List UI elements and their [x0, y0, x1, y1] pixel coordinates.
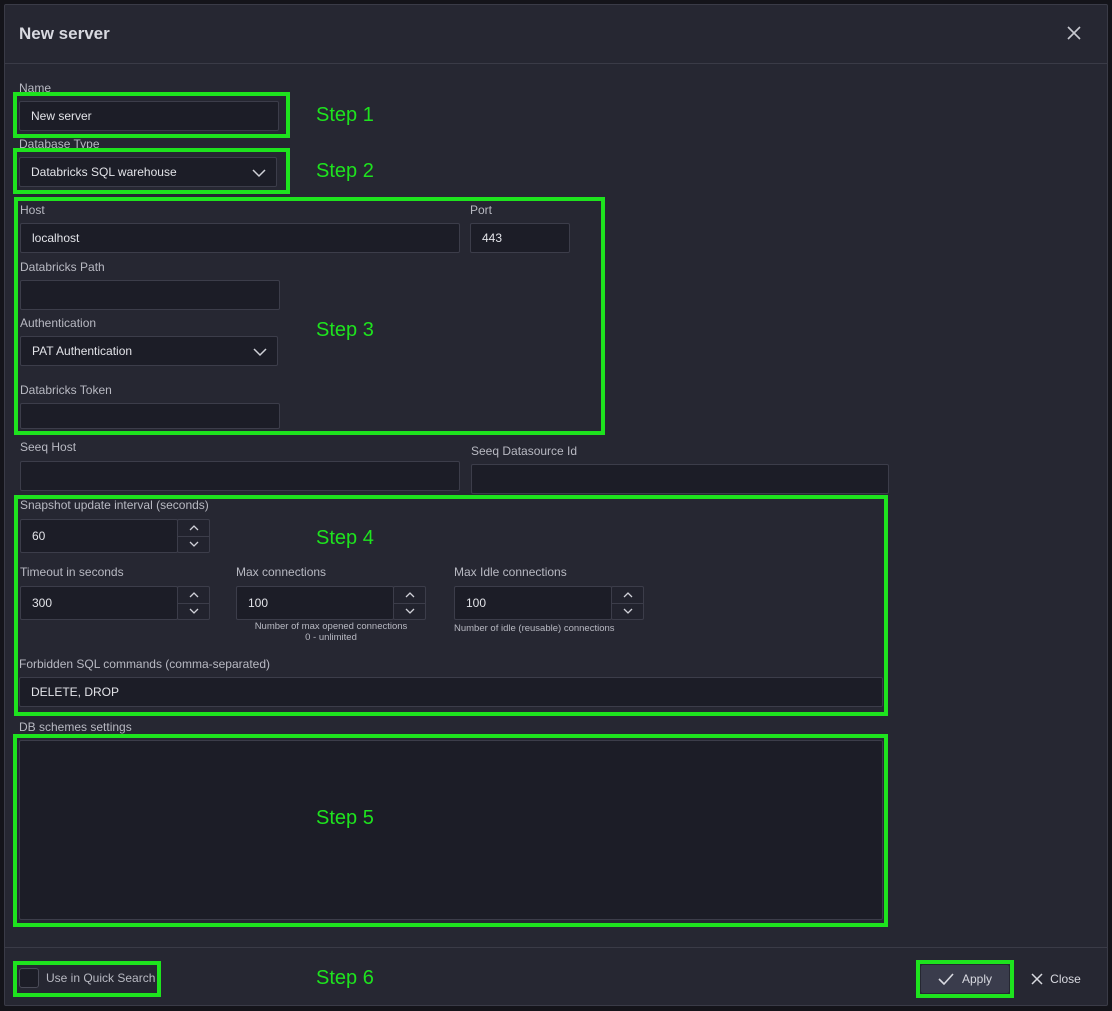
- snapshot-interval-input[interactable]: [20, 519, 178, 553]
- max-connections-hint-line2: 0 - unlimited: [305, 632, 357, 643]
- new-server-dialog: New server Name Database Type Databricks…: [4, 4, 1108, 1006]
- host-input[interactable]: [20, 223, 460, 253]
- max-idle-input[interactable]: [454, 586, 612, 620]
- chevron-up-icon[interactable]: [178, 587, 209, 604]
- timeout-stepper: [177, 586, 210, 620]
- close-icon: [1031, 973, 1043, 985]
- databricks-path-label: Databricks Path: [20, 260, 105, 274]
- chevron-down-icon[interactable]: [394, 603, 425, 619]
- authentication-label: Authentication: [20, 316, 97, 330]
- seeq-datasource-label: Seeq Datasource Id: [471, 444, 578, 458]
- footer-divider: [5, 947, 1107, 948]
- step-3-label: Step 3: [316, 319, 374, 341]
- name-label: Name: [19, 81, 52, 95]
- step-6-label: Step 6: [316, 967, 374, 989]
- chevron-down-icon[interactable]: [612, 603, 643, 619]
- max-connections-hint-line1: Number of max opened connections: [254, 621, 408, 632]
- snapshot-interval-label: Snapshot update interval (seconds): [20, 498, 209, 512]
- chevron-up-icon[interactable]: [612, 587, 643, 604]
- databricks-token-input[interactable]: [20, 403, 280, 429]
- authentication-value: PAT Authentication: [32, 344, 133, 358]
- max-connections-label: Max connections: [236, 565, 327, 579]
- forbidden-sql-label: Forbidden SQL commands (comma-separated): [19, 657, 270, 671]
- chevron-down-icon[interactable]: [178, 536, 209, 552]
- max-idle-hint: Number of idle (reusable) connections: [454, 623, 615, 634]
- chevron-down-icon: [253, 346, 267, 360]
- host-label: Host: [20, 203, 45, 217]
- step-4-label: Step 4: [316, 527, 374, 549]
- seeq-host-input[interactable]: [20, 461, 460, 491]
- db-schemes-textarea[interactable]: [19, 740, 883, 920]
- quick-search-label[interactable]: Use in Quick Search: [46, 971, 155, 985]
- db-schemes-label: DB schemes settings: [19, 720, 132, 734]
- step-5-label: Step 5: [316, 807, 374, 829]
- checkmark-icon: [938, 973, 954, 985]
- database-type-value: Databricks SQL warehouse: [31, 165, 177, 179]
- close-icon[interactable]: [1064, 23, 1084, 43]
- timeout-label: Timeout in seconds: [20, 565, 124, 579]
- close-button[interactable]: Close: [1023, 965, 1089, 993]
- chevron-down-icon: [252, 167, 266, 181]
- timeout-input[interactable]: [20, 586, 178, 620]
- max-connections-stepper: [393, 586, 426, 620]
- max-idle-stepper: [611, 586, 644, 620]
- max-connections-input[interactable]: [236, 586, 394, 620]
- name-input[interactable]: [19, 101, 279, 131]
- port-input[interactable]: [470, 223, 570, 253]
- databricks-token-label: Databricks Token: [20, 383, 112, 397]
- quick-search-checkbox[interactable]: [19, 968, 39, 988]
- max-idle-label: Max Idle connections: [454, 565, 567, 579]
- dialog-titlebar: New server: [5, 5, 1107, 64]
- databricks-path-input[interactable]: [20, 280, 280, 310]
- close-label: Close: [1050, 972, 1081, 986]
- apply-label: Apply: [961, 972, 993, 986]
- forbidden-sql-input[interactable]: [19, 677, 883, 707]
- chevron-up-icon[interactable]: [394, 587, 425, 604]
- apply-button[interactable]: Apply: [921, 965, 1009, 993]
- port-label: Port: [470, 203, 493, 217]
- step-1-label: Step 1: [316, 104, 374, 126]
- seeq-datasource-input[interactable]: [471, 464, 889, 494]
- snapshot-interval-stepper: [177, 519, 210, 553]
- chevron-down-icon[interactable]: [178, 603, 209, 619]
- database-type-select[interactable]: Databricks SQL warehouse: [19, 157, 277, 187]
- max-connections-hint: Number of max opened connections 0 - unl…: [236, 621, 426, 643]
- authentication-select[interactable]: PAT Authentication: [20, 336, 278, 366]
- step-2-label: Step 2: [316, 160, 374, 182]
- dialog-title: New server: [19, 24, 110, 43]
- chevron-up-icon[interactable]: [178, 520, 209, 537]
- database-type-label: Database Type: [19, 137, 100, 151]
- seeq-host-label: Seeq Host: [20, 440, 77, 454]
